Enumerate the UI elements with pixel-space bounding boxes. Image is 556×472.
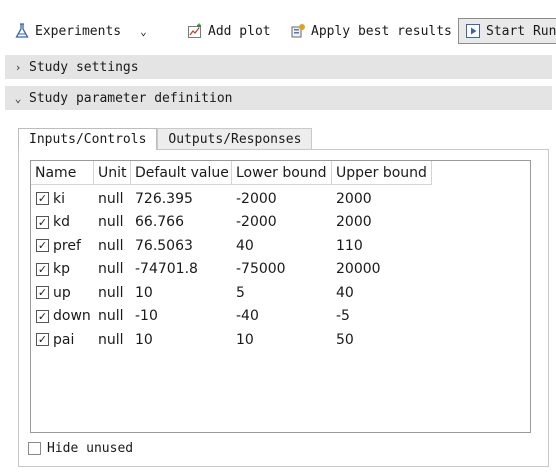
param-default[interactable]: -74701.8: [131, 258, 232, 281]
param-lower[interactable]: -75000: [232, 258, 332, 281]
param-unit: null: [98, 214, 124, 231]
column-header-name[interactable]: Name: [31, 161, 94, 185]
flask-icon: [15, 23, 29, 38]
column-header-unit[interactable]: Unit: [94, 161, 131, 185]
table-row[interactable]: ✓ kp null -74701.8 -75000 20000: [31, 258, 432, 282]
table-row[interactable]: ✓ up null 10 5 40: [31, 281, 432, 305]
param-upper[interactable]: 40: [332, 281, 432, 304]
row-checkbox[interactable]: ✓: [36, 309, 49, 323]
row-checkbox[interactable]: ✓: [36, 239, 49, 253]
param-name: up: [53, 284, 71, 301]
row-checkbox[interactable]: ✓: [36, 333, 49, 347]
row-checkbox[interactable]: ✓: [36, 192, 49, 206]
row-checkbox[interactable]: ✓: [36, 286, 49, 300]
hide-unused-checkbox[interactable]: Hide unused: [28, 441, 133, 456]
param-lower[interactable]: -2000: [232, 187, 332, 210]
param-default[interactable]: 10: [131, 328, 232, 351]
param-unit: null: [98, 284, 124, 301]
param-upper[interactable]: 2000: [332, 187, 432, 210]
hide-unused-label: Hide unused: [47, 441, 134, 456]
row-checkbox[interactable]: ✓: [36, 262, 49, 276]
param-unit: null: [98, 308, 124, 325]
table-row[interactable]: ✓ kd null 66.766 -2000 2000: [31, 211, 432, 235]
param-unit: null: [98, 190, 124, 207]
study-settings-label: Study settings: [29, 59, 139, 75]
parameter-table: Name Unit Default value Lower bound Uppe…: [30, 160, 531, 433]
parameter-tabs: Inputs/Controls Outputs/Responses: [18, 128, 313, 150]
param-upper[interactable]: 2000: [332, 211, 432, 234]
param-default[interactable]: 726.395: [131, 187, 232, 210]
param-name: pref: [53, 237, 81, 254]
tab-label: Outputs/Responses: [168, 132, 302, 147]
experiments-label: Experiments: [35, 23, 122, 39]
column-header-upper[interactable]: Upper bound: [332, 161, 432, 185]
param-upper[interactable]: 110: [332, 234, 432, 257]
tab-label: Inputs/Controls: [29, 132, 147, 147]
apply-results-icon: [291, 24, 305, 38]
param-unit: null: [98, 331, 124, 348]
param-name: kd: [53, 214, 70, 231]
study-parameter-definition-label: Study parameter definition: [29, 90, 233, 106]
param-lower[interactable]: 5: [232, 281, 332, 304]
param-unit: null: [98, 261, 124, 278]
param-upper[interactable]: -5: [332, 305, 432, 328]
inputs-panel: Name Unit Default value Lower bound Uppe…: [18, 149, 549, 467]
param-lower[interactable]: 10: [232, 328, 332, 351]
column-header-default[interactable]: Default value: [131, 161, 232, 185]
table-row[interactable]: ✓ ki null 726.395 -2000 2000: [31, 187, 432, 211]
param-default[interactable]: -10: [131, 305, 232, 328]
tab-inputs-controls[interactable]: Inputs/Controls: [18, 128, 158, 150]
param-lower[interactable]: -2000: [232, 211, 332, 234]
param-unit: null: [98, 237, 124, 254]
add-plot-button[interactable]: Add plot: [187, 18, 271, 44]
tab-outputs-responses[interactable]: Outputs/Responses: [157, 128, 313, 150]
study-parameter-definition-header[interactable]: ⌄ Study parameter definition: [5, 86, 552, 110]
param-lower[interactable]: -40: [232, 305, 332, 328]
chevron-down-icon: ⌄: [140, 24, 147, 38]
param-name: down: [53, 308, 91, 325]
toolbar: Experiments ⌄ Add plot Apply best result…: [0, 12, 556, 52]
param-upper[interactable]: 20000: [332, 258, 432, 281]
param-name: pai: [53, 331, 75, 348]
param-upper[interactable]: 50: [332, 328, 432, 351]
start-run-button[interactable]: Start Run: [458, 18, 556, 44]
apply-best-results-label: Apply best results: [311, 23, 452, 39]
param-name: kp: [53, 261, 70, 278]
start-run-label: Start Run: [486, 23, 556, 39]
chevron-down-icon: ⌄: [14, 91, 22, 105]
add-plot-icon: [188, 23, 201, 38]
row-checkbox[interactable]: ✓: [36, 215, 49, 229]
param-lower[interactable]: 40: [232, 234, 332, 257]
apply-best-results-button[interactable]: Apply best results: [290, 18, 452, 44]
add-plot-label: Add plot: [208, 23, 271, 39]
table-row[interactable]: ✓ down null -10 -40 -5: [31, 305, 432, 329]
param-default[interactable]: 76.5063: [131, 234, 232, 257]
param-default[interactable]: 10: [131, 281, 232, 304]
param-name: ki: [53, 190, 65, 207]
param-default[interactable]: 66.766: [131, 211, 232, 234]
table-header: Name Unit Default value Lower bound Uppe…: [31, 161, 432, 185]
column-header-lower[interactable]: Lower bound: [232, 161, 332, 185]
study-settings-header[interactable]: › Study settings: [5, 55, 552, 79]
chevron-right-icon: ›: [14, 60, 22, 74]
checkbox-box[interactable]: [28, 442, 41, 455]
play-icon: [466, 24, 480, 38]
experiments-dropdown[interactable]: Experiments ⌄: [14, 18, 147, 44]
table-row[interactable]: ✓ pref null 76.5063 40 110: [31, 234, 432, 258]
table-row[interactable]: ✓ pai null 10 10 50: [31, 328, 432, 352]
